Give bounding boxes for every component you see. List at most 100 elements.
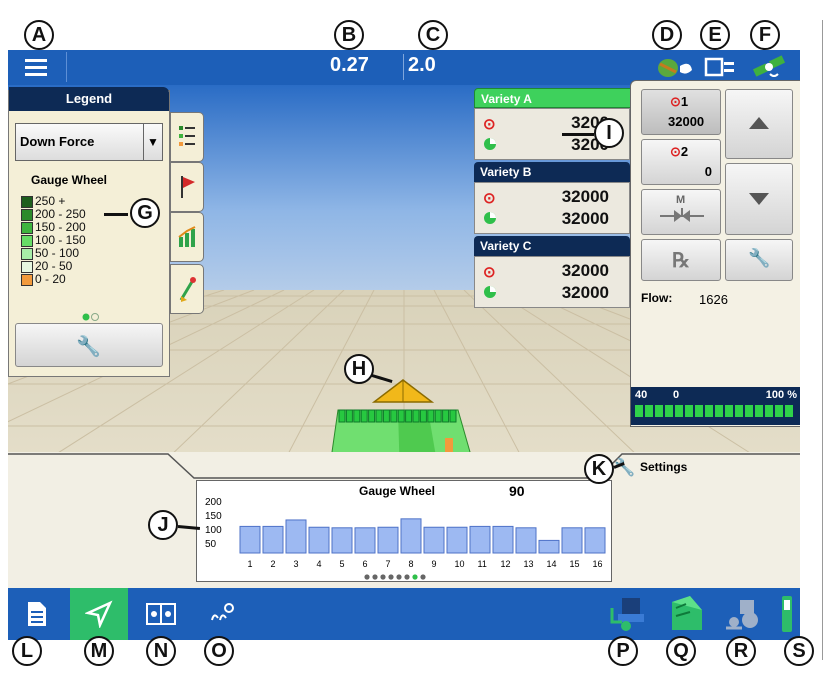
field-button[interactable] [662,588,710,640]
x-tick-label: 14 [547,559,557,569]
gps-icon[interactable] [656,56,696,80]
bar-chart-icon [178,226,196,247]
variety-b-panel[interactable]: ⊙ 32000 32000 [474,182,630,234]
rate-bar-right: 100 % [765,389,797,401]
divider [66,52,67,82]
variety-c-panel[interactable]: ⊙ 32000 32000 [474,256,630,308]
seed-icon [483,211,497,230]
target-icon: ⊙ [483,190,496,207]
variety-b-header[interactable]: Variety B [474,162,630,182]
callout-a: A [24,20,54,50]
legend-range-label: 20 - 50 [35,259,73,273]
bottom-toolbar [8,588,800,640]
rate-up-button[interactable] [725,89,793,159]
tractor-icon [726,600,758,630]
status-light[interactable] [778,588,796,640]
row-info-button[interactable] [194,588,252,640]
row-unit-marker [412,409,420,423]
row-unit-marker [442,409,450,423]
tractor-button[interactable] [720,588,768,640]
rate-bar-cell [675,405,683,417]
x-tick-label: 11 [478,559,487,569]
x-tick-label: 6 [363,559,368,569]
tab-flags[interactable] [170,162,204,212]
callout-h: H [344,354,374,384]
menu-icon[interactable] [24,58,48,78]
rate-down-button[interactable] [725,163,793,235]
x-tick-label: 13 [524,559,534,569]
chart-page-dot [388,574,394,580]
rate-2-label: ⊙2 [670,144,689,159]
legend-range-label: 0 - 20 [35,272,66,286]
variety-a-header[interactable]: Variety A [474,88,634,108]
legend-swatch [21,221,33,234]
manual-rate-button[interactable]: M [641,189,721,235]
rate-progress-bar [635,405,793,417]
rate-bar-cell [655,405,663,417]
legend-range-label: 200 - 250 [35,207,86,221]
prescription-button[interactable]: ℞ [641,239,721,281]
rate-bar-cell [705,405,713,417]
chart-bar [538,539,560,554]
row-unit-marker [397,409,405,423]
wrench-icon[interactable]: 🔧 [614,458,635,478]
chart-bar [331,527,353,554]
callout-r: R [726,636,756,666]
rate-bar-cell [755,405,763,417]
callout-leader [562,133,594,136]
variety-c-header[interactable]: Variety C [474,236,630,256]
seed-icon [483,137,497,156]
x-tick-label: 1 [248,559,253,569]
seed-icon [483,285,497,304]
legend-settings-button[interactable]: 🔧 [15,323,163,367]
speed-readout[interactable]: 0.27 [330,54,369,77]
rate-bar-cell [765,405,773,417]
callout-k: K [584,454,614,484]
callout-o: O [204,636,234,666]
arrow-up-icon [749,117,769,129]
callout-l: L [12,636,42,666]
rate-1-button[interactable]: ⊙1 32000 [641,89,721,135]
planter-icon [610,598,644,631]
area-readout[interactable]: 2.0 [408,54,436,77]
wrench-icon: 🔧 [76,336,101,358]
row-unit-marker [338,409,346,423]
summary-icon [28,602,46,626]
gauge-wheel-chart-panel[interactable]: Gauge Wheel 90 200 150 100 50 1 2 3 4 5 6 7 8 9 10 11 12 1… [196,480,612,582]
chart-bar [400,518,422,554]
product-settings-button[interactable]: 🔧 [725,239,793,281]
chart-bar [446,526,468,554]
tab-guidance[interactable] [170,264,204,314]
x-tick-label: 9 [432,559,437,569]
divider [403,54,404,80]
row-icon [211,603,234,621]
rate-control-panel: ⊙1 32000 ⊙2 0 M ℞ 🔧 Flow: 1626 40 0 100 … [630,80,800,427]
legend-layer-dropdown[interactable]: Down Force ▼ [15,123,163,161]
rate-2-button[interactable]: ⊙2 0 [641,139,721,185]
satellite-icon[interactable] [750,54,792,82]
summary-button[interactable] [8,588,66,640]
legend-range-label: 50 - 100 [35,246,80,260]
rate-bar-left: 40 [635,389,648,401]
list-icon [179,126,195,146]
legend-range-label: 100 - 150 [35,233,86,247]
map-button[interactable] [70,588,128,640]
planter-button[interactable] [604,588,652,640]
manual-label: M [676,194,686,206]
legend-swatch [21,260,33,273]
split-view-button[interactable] [132,588,190,640]
tab-charts[interactable] [170,212,204,262]
rate-1-value: 32000 [668,114,705,129]
legend-swatch [21,208,33,221]
tab-legend[interactable] [170,112,204,162]
display-icon[interactable] [704,56,738,80]
y-tick-label: 50 [205,539,217,550]
legend-layer-value: Down Force [20,134,95,149]
rate-bar-panel: 40 0 100 % [631,387,800,425]
settings-link[interactable]: Settings [640,460,687,474]
y-tick-label: 200 [205,497,222,508]
y-tick-label: 100 [205,525,222,536]
map-icon [85,600,113,628]
legend-panel: Legend Down Force ▼ Gauge Wheel 250 + 20… [8,87,170,377]
callout-s: S [784,636,814,666]
